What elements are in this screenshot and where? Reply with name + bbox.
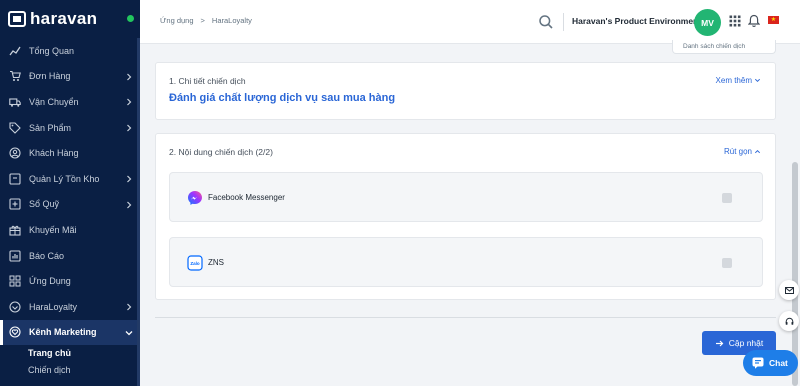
- sidebar-item-tong-quan[interactable]: Tổng Quan: [0, 38, 140, 64]
- sidebar-item-van-chuyen[interactable]: Vận Chuyển: [0, 89, 140, 115]
- sidebar-item-label: Vận Chuyển: [29, 96, 79, 107]
- sidebar-item-don-hang[interactable]: Đơn Hàng: [0, 64, 140, 90]
- sidebar-nav: Tổng Quan Đơn Hàng Vận Chuyển Sản Phẩm K…: [0, 38, 140, 346]
- mail-icon: [784, 286, 794, 294]
- sidebar-item-san-pham[interactable]: Sản Phẩm: [0, 115, 140, 141]
- subnav-item-chien-dich[interactable]: Chiến dịch: [28, 362, 140, 379]
- sidebar-item-khach-hang[interactable]: Khách Hàng: [0, 140, 140, 166]
- sidebar-item-label: Đơn Hàng: [29, 71, 71, 82]
- campaign-content-card: 2. Nội dung chiến dịch (2/2) Rút gọn Fac…: [155, 133, 776, 300]
- sidebar-item-label: Sổ Quỹ: [29, 199, 60, 210]
- collapse-link[interactable]: Rút gọn: [724, 147, 761, 156]
- user-circle-icon: [9, 147, 21, 159]
- breadcrumb-separator: >: [200, 16, 205, 25]
- sidebar-item-label: Ứng Dụng: [29, 276, 71, 287]
- online-status-dot: [127, 15, 134, 22]
- search-icon[interactable]: [538, 14, 554, 30]
- breadcrumb-item-ung-dung[interactable]: Ứng dụng: [160, 16, 194, 25]
- chevron-right-icon: [127, 303, 132, 311]
- channel-item-messenger[interactable]: Facebook Messenger: [169, 172, 763, 222]
- chevron-up-icon: [754, 149, 761, 154]
- chat-button[interactable]: Chat: [743, 350, 798, 376]
- chevron-right-icon: [127, 124, 132, 132]
- sidebar-item-ung-dung[interactable]: Ứng Dụng: [0, 268, 140, 294]
- subnav-item-trang-chu[interactable]: Trang chủ: [28, 345, 140, 362]
- heart-icon: [9, 326, 21, 338]
- trend-icon: [9, 45, 21, 57]
- sidebar: haravan Tổng Quan Đơn Hàng Vận Chuyển Sả…: [0, 0, 140, 386]
- breadcrumb: Ứng dụng > HaraLoyalty: [160, 16, 252, 25]
- update-button-label: Cập nhật: [728, 338, 764, 348]
- flag-star: ★: [770, 17, 777, 23]
- chevron-right-icon: [127, 201, 132, 208]
- channel-checkbox[interactable]: [722, 193, 732, 203]
- truck-icon: [9, 96, 21, 108]
- zalo-icon-text: Zalo: [190, 261, 200, 266]
- topbar-divider: [563, 13, 564, 31]
- breadcrumb-item-haraloyalty[interactable]: HaraLoyalty: [212, 16, 252, 25]
- collapse-label: Rút gọn: [723, 147, 752, 156]
- section-title: 1. Chi tiết chiến dịch: [169, 76, 246, 86]
- campaign-name: Đánh giá chất lượng dịch vụ sau mua hàng: [169, 92, 396, 104]
- sidebar-item-bao-cao[interactable]: Báo Cáo: [0, 243, 140, 269]
- brand-name: haravan: [30, 9, 98, 28]
- chat-bubble-icon: [752, 357, 764, 369]
- sidebar-item-label: Quản Lý Tồn Kho: [29, 173, 100, 184]
- chevron-down-icon: [125, 330, 133, 335]
- environment-name[interactable]: Haravan's Product Environment: [572, 16, 701, 26]
- campaign-list-button[interactable]: Danh sách chiến dịch: [672, 40, 776, 54]
- sidebar-item-so-quy[interactable]: Sổ Quỹ: [0, 192, 140, 218]
- app-grid-icon[interactable]: [729, 15, 741, 27]
- sidebar-item-label: Báo Cáo: [29, 250, 65, 261]
- mail-button[interactable]: [779, 280, 799, 300]
- avatar[interactable]: MV: [694, 9, 721, 36]
- section-title: 2. Nội dung chiến dịch (2/2): [169, 147, 273, 157]
- chevron-right-icon: [127, 175, 132, 183]
- support-button[interactable]: [779, 311, 799, 331]
- tag-icon: [9, 122, 21, 134]
- chat-label: Chat: [769, 358, 788, 368]
- sidebar-item-label: Tổng Quan: [29, 45, 75, 56]
- sidebar-item-label: Sản Phẩm: [29, 122, 72, 133]
- sidebar-item-label: Kênh Marketing: [29, 327, 97, 338]
- loyalty-icon: [9, 301, 21, 313]
- cashbook-icon: [9, 198, 21, 210]
- channel-label: Facebook Messenger: [208, 193, 285, 202]
- channel-checkbox[interactable]: [722, 258, 732, 268]
- arrow-right-icon: [715, 340, 724, 346]
- sidebar-item-label: Khuyến Mãi: [29, 224, 77, 235]
- view-more-link[interactable]: Xem thêm: [716, 76, 761, 85]
- sidebar-item-khuyen-mai[interactable]: Khuyến Mãi: [0, 217, 140, 243]
- main-content: Danh sách chiến dịch 1. Chi tiết chiến d…: [140, 40, 790, 386]
- apps-icon: [9, 275, 21, 287]
- view-more-label: Xem thêm: [715, 76, 752, 85]
- chevron-right-icon: [127, 98, 132, 106]
- sidebar-item-label: Khách Hàng: [29, 148, 79, 159]
- channel-item-zns[interactable]: Zalo ZNS: [169, 237, 763, 287]
- bell-icon[interactable]: [748, 14, 760, 28]
- report-icon: [9, 249, 21, 262]
- channel-label: ZNS: [208, 258, 224, 267]
- vietnam-flag-icon[interactable]: ★: [768, 16, 779, 24]
- page-scrollbar[interactable]: [790, 44, 800, 386]
- sidebar-item-quan-ly-ton-kho[interactable]: Quản Lý Tồn Kho: [0, 166, 140, 192]
- topbar: Ứng dụng > HaraLoyalty Haravan's Product…: [140, 0, 800, 44]
- marketing-subnav: Trang chủ Chiến dịch: [0, 345, 140, 379]
- brand[interactable]: haravan: [0, 0, 140, 38]
- content-divider: [155, 317, 776, 318]
- cart-icon: [9, 70, 21, 82]
- sidebar-item-kenh-marketing[interactable]: Kênh Marketing: [0, 319, 140, 346]
- haravan-logo-icon: [8, 11, 26, 27]
- chevron-down-icon: [754, 78, 761, 83]
- sidebar-item-label: HaraLoyalty: [29, 301, 78, 312]
- sidebar-item-haraloyalty[interactable]: HaraLoyalty: [0, 294, 140, 320]
- inventory-icon: [9, 173, 21, 185]
- zalo-icon: Zalo: [187, 255, 203, 271]
- messenger-icon: [188, 191, 202, 205]
- chevron-right-icon: [127, 73, 132, 81]
- campaign-detail-card: 1. Chi tiết chiến dịch Xem thêm Đánh giá…: [155, 62, 776, 120]
- headset-icon: [785, 317, 793, 325]
- gift-icon: [9, 224, 21, 236]
